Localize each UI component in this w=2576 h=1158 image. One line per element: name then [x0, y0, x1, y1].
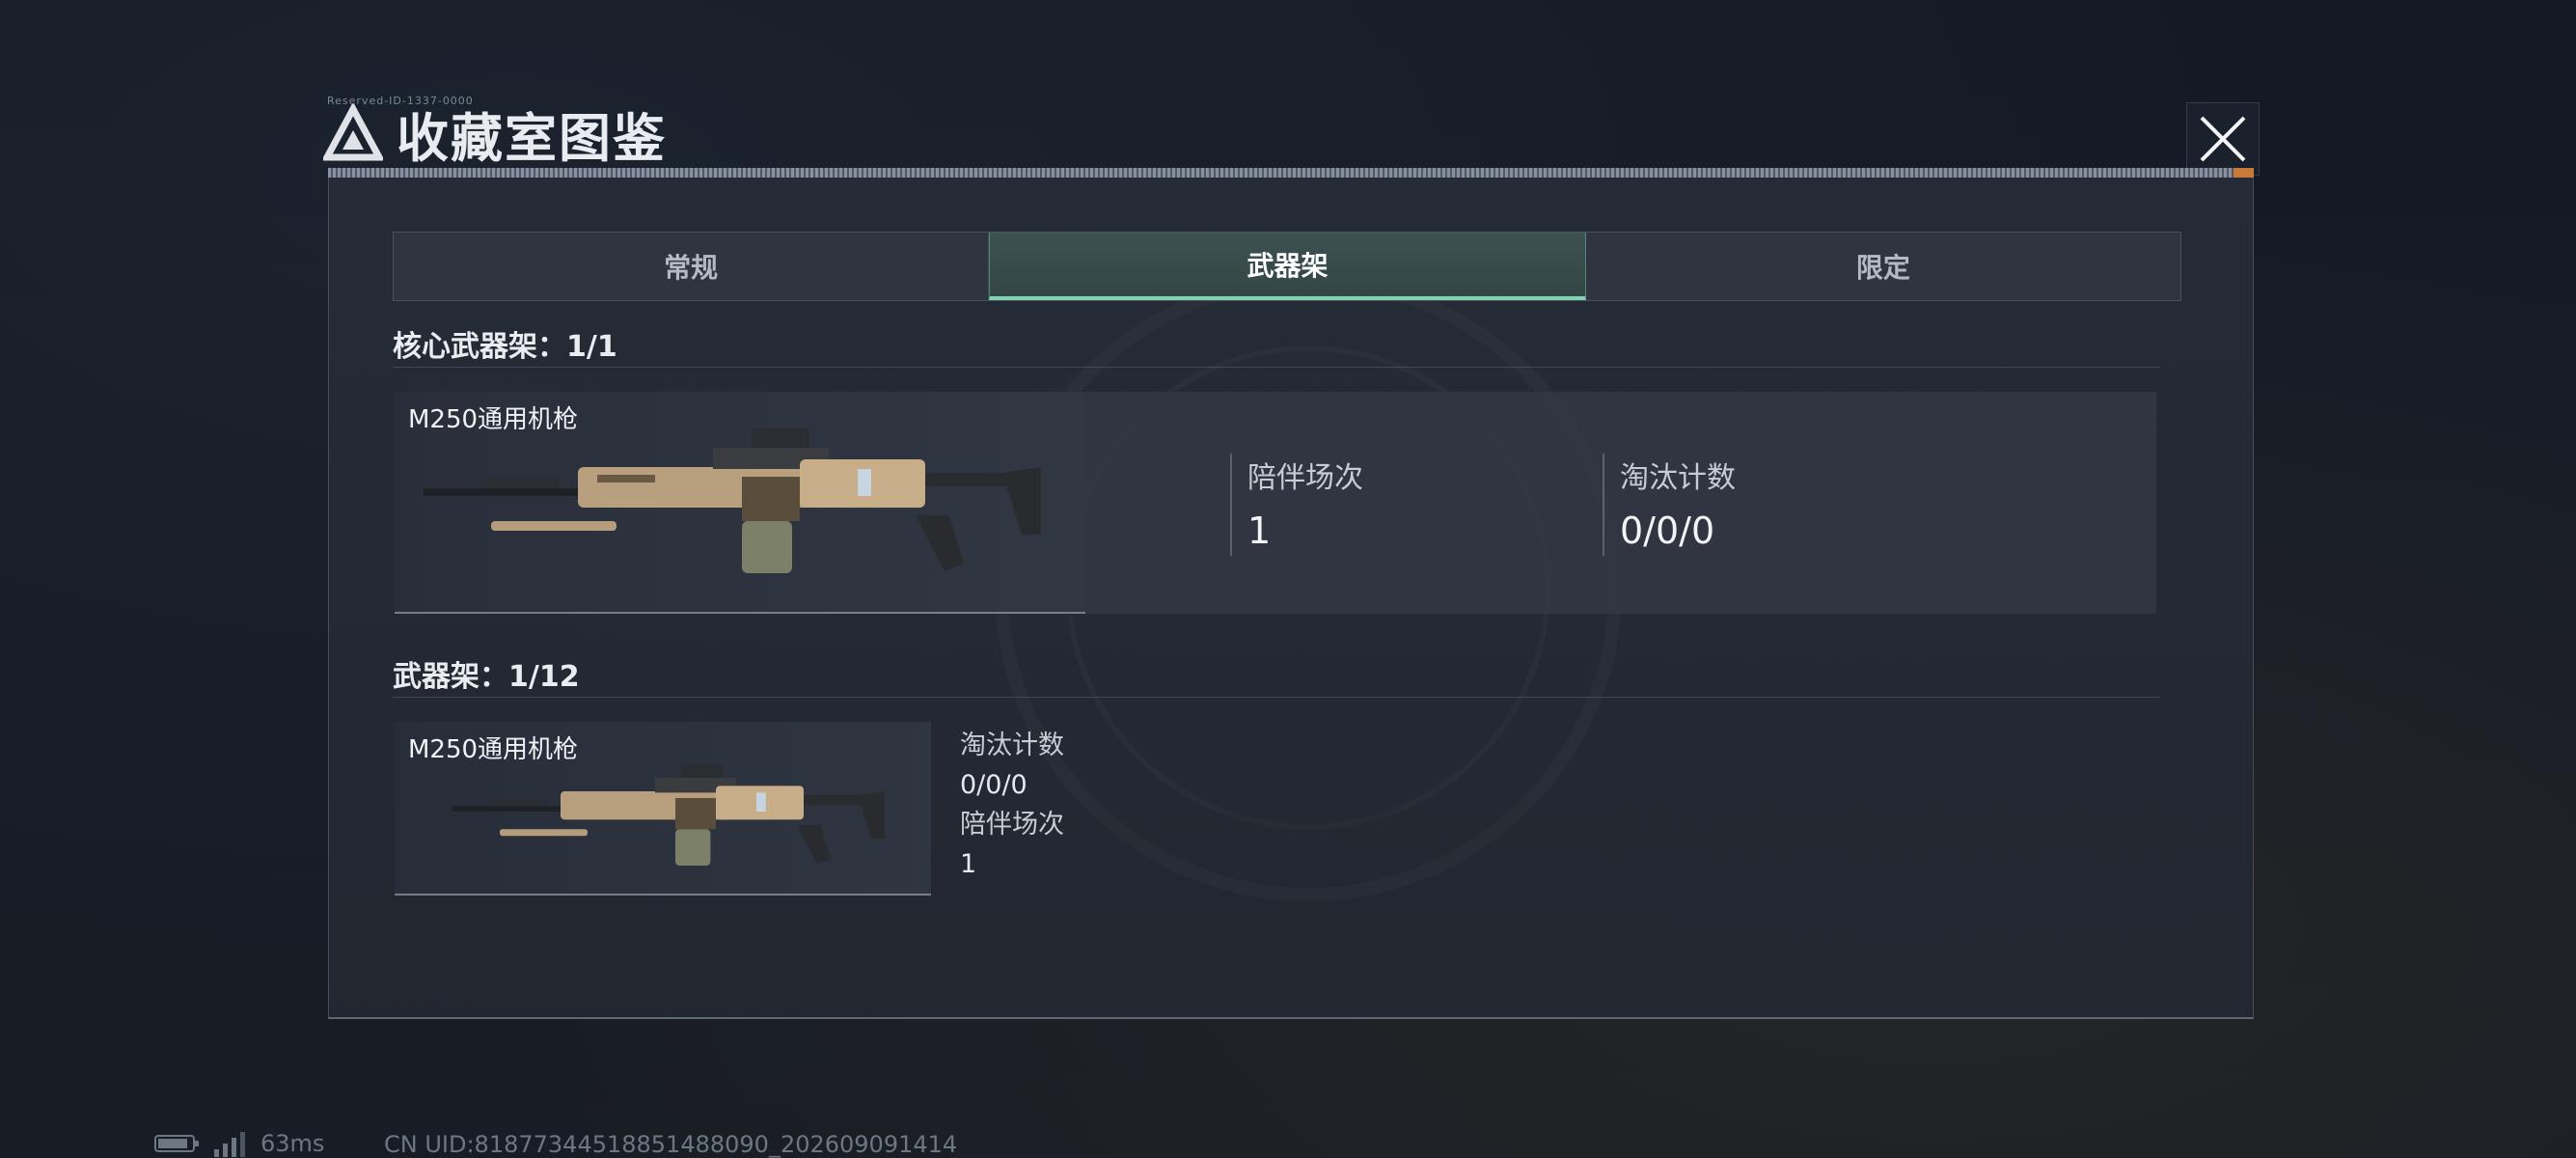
core-rack-heading: 核心武器架：1/1	[393, 330, 617, 364]
category-tabs: 常规 武器架 限定	[393, 232, 2181, 301]
machine-gun-image	[424, 428, 1041, 573]
signal-icon	[214, 1132, 245, 1157]
tab-weapon-rack[interactable]: 武器架	[989, 233, 1586, 300]
eliminations-value: 0/0/0	[1620, 510, 1715, 552]
header-divider	[328, 168, 2254, 178]
collection-panel: 常规 武器架 限定 核心武器架：1/1 M250通用机枪 陪伴场次 1 淘汰计数…	[328, 178, 2254, 1019]
window-title-bar: Reserved-ID-1337-0000 收藏室图鉴	[323, 95, 767, 172]
tab-general[interactable]: 常规	[394, 233, 990, 300]
eliminations-label: 淘汰计数	[1620, 461, 1736, 495]
rack-weapon-stats: 淘汰计数 0/0/0 陪伴场次 1	[960, 726, 1064, 884]
close-icon	[2200, 116, 2246, 162]
matches-label: 陪伴场次	[960, 810, 1064, 840]
title-mini-caption: Reserved-ID-1337-0000	[327, 95, 474, 107]
core-weapon-card[interactable]: M250通用机枪 陪伴场次 1 淘汰计数 0/0/0	[395, 392, 2156, 614]
matches-value: 1	[960, 849, 977, 879]
collection-logo-icon	[323, 103, 383, 161]
tab-limited[interactable]: 限定	[1586, 233, 2180, 300]
weapon-rack-heading: 武器架：1/12	[393, 660, 580, 694]
eliminations-stat: 淘汰计数 0/0/0	[1603, 454, 1736, 556]
close-button[interactable]	[2186, 102, 2260, 176]
status-bar: 63ms	[154, 1129, 324, 1158]
matches-stat: 陪伴场次 1	[1230, 454, 1363, 556]
section-divider	[393, 367, 2160, 368]
ping-value: 63ms	[260, 1130, 325, 1157]
rack-weapon-card[interactable]: M250通用机枪	[395, 722, 931, 896]
matches-label: 陪伴场次	[1247, 461, 1363, 495]
eliminations-value: 0/0/0	[960, 770, 1028, 800]
machine-gun-image	[452, 764, 885, 866]
header-divider-cap	[2233, 168, 2254, 178]
section-divider	[393, 697, 2160, 698]
matches-value: 1	[1247, 510, 1272, 552]
weapon-image-frame: M250通用机枪	[395, 392, 1085, 614]
player-uid: CN UID:81877344518851488090_202609091414	[384, 1131, 958, 1158]
eliminations-label: 淘汰计数	[960, 731, 1064, 760]
battery-icon	[154, 1135, 199, 1152]
